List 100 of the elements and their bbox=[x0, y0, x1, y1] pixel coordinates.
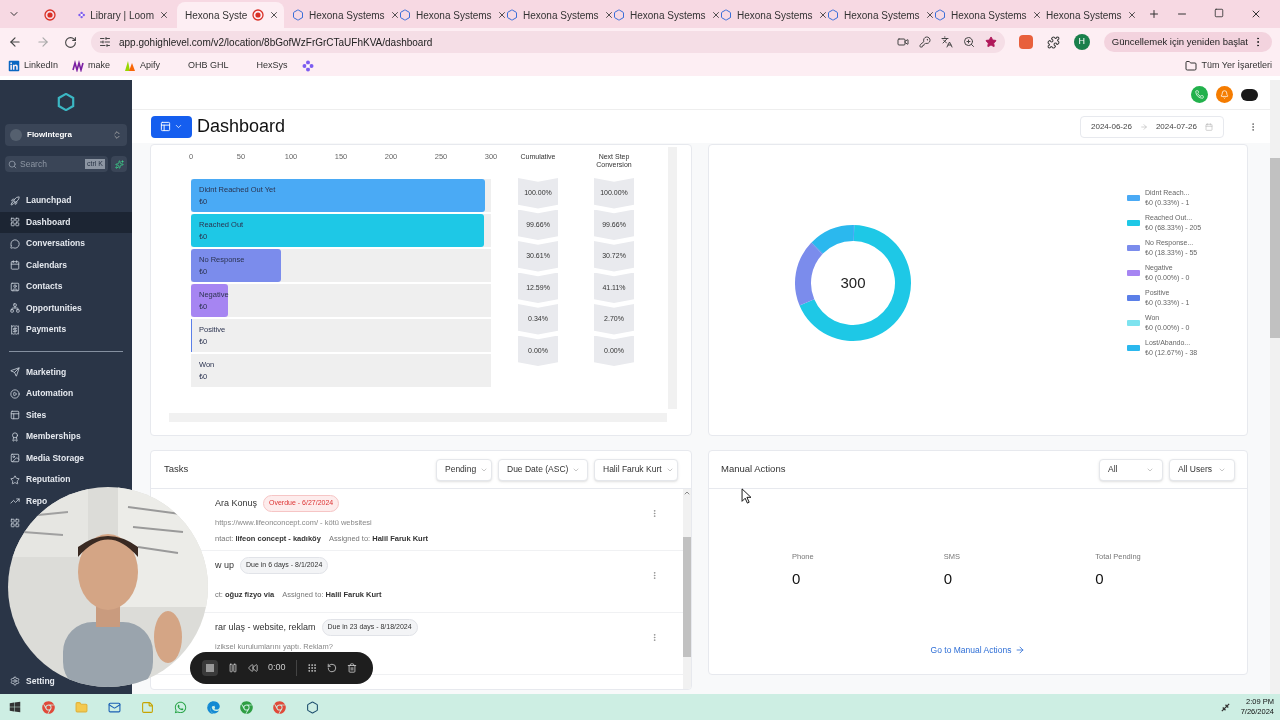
sidebar-item[interactable]: Launchpad bbox=[0, 190, 74, 212]
camera-icon[interactable] bbox=[896, 36, 909, 48]
back-icon[interactable] bbox=[8, 35, 22, 49]
taskbar-app[interactable] bbox=[240, 700, 253, 714]
whatsapp-icon bbox=[174, 700, 187, 714]
close-icon[interactable] bbox=[603, 10, 614, 20]
layout-switcher-button[interactable] bbox=[151, 115, 192, 138]
taskbar-app[interactable] bbox=[207, 700, 220, 714]
bookmark[interactable]: HexSys bbox=[242, 59, 288, 73]
ai-button[interactable] bbox=[111, 156, 127, 172]
extension-icon[interactable] bbox=[1018, 35, 1033, 49]
profile-avatar[interactable]: H bbox=[1073, 34, 1090, 50]
cursor-icon bbox=[741, 488, 752, 504]
start-icon[interactable] bbox=[9, 701, 21, 713]
new-tab-icon[interactable] bbox=[1148, 8, 1160, 20]
scroll-up-icon[interactable] bbox=[683, 489, 691, 497]
all-bookmarks[interactable]: Tüm Yer İşaretleri bbox=[1185, 59, 1272, 73]
sidebar-item[interactable]: Marketing bbox=[0, 361, 69, 383]
page-scrollbar[interactable] bbox=[1270, 80, 1280, 694]
update-button[interactable]: Güncellemek için yeniden başlat bbox=[1103, 32, 1272, 52]
sidebar-item[interactable]: Sites bbox=[0, 404, 49, 426]
pause-icon[interactable] bbox=[228, 663, 238, 673]
more-icon[interactable] bbox=[650, 633, 659, 642]
profile-button[interactable] bbox=[1241, 88, 1258, 101]
taskbar-app[interactable] bbox=[273, 700, 286, 714]
sidebar-item[interactable]: Reputation bbox=[0, 469, 73, 491]
settings-icon bbox=[10, 676, 20, 686]
bookmark-star-icon[interactable] bbox=[984, 36, 997, 48]
filter-dropdown[interactable]: All Users bbox=[1169, 458, 1235, 481]
browser-tab[interactable]: Hexona Systems bbox=[926, 2, 1033, 28]
browser-tab[interactable]: Hexona Systems bbox=[284, 2, 391, 28]
taskbar-app[interactable] bbox=[174, 700, 187, 714]
close-icon[interactable] bbox=[710, 10, 721, 20]
sidebar-item[interactable]: Memberships bbox=[0, 426, 83, 448]
filter-dropdown[interactable]: Pending bbox=[436, 458, 492, 481]
more-icon[interactable] bbox=[650, 509, 659, 518]
vertical-scrollbar[interactable] bbox=[683, 489, 691, 689]
sidebar-item[interactable]: Calendars bbox=[0, 254, 70, 276]
browser-tab[interactable]: Hexona Syste bbox=[177, 2, 284, 28]
bookmark[interactable]: LinkedIn bbox=[8, 59, 59, 73]
reload-icon[interactable] bbox=[64, 35, 77, 49]
nav-icon bbox=[10, 388, 20, 399]
sidebar-item[interactable]: Conversations bbox=[0, 233, 88, 255]
close-icon[interactable] bbox=[1126, 10, 1137, 20]
translate-icon[interactable] bbox=[940, 36, 953, 48]
filter-dropdown[interactable]: All bbox=[1099, 458, 1163, 481]
sidebar-item[interactable]: Opportunities bbox=[0, 297, 84, 319]
zoom-icon[interactable] bbox=[962, 36, 975, 48]
delete-icon[interactable] bbox=[346, 663, 357, 673]
rewind-icon[interactable] bbox=[248, 663, 258, 673]
browser-tab[interactable]: Hexona Systems bbox=[712, 2, 819, 28]
filter-dropdown[interactable]: Halil Faruk Kurt bbox=[594, 458, 678, 481]
browser-tab[interactable]: Hexona Systems bbox=[498, 2, 605, 28]
restart-icon[interactable] bbox=[326, 663, 337, 673]
extensions-icon[interactable] bbox=[1046, 35, 1060, 49]
grip-icon[interactable] bbox=[306, 663, 317, 673]
taskbar-app[interactable] bbox=[108, 700, 121, 714]
address-bar[interactable]: app.gohighlevel.com/v2/location/8bGofWzFrGrCTaUFhKVA/dashboard bbox=[91, 31, 1005, 53]
close-icon[interactable] bbox=[159, 10, 169, 20]
link-icon[interactable] bbox=[1219, 701, 1231, 713]
close-icon[interactable] bbox=[924, 10, 935, 20]
sparkle-icon bbox=[114, 159, 124, 169]
sidebar-item[interactable]: Automation bbox=[0, 383, 76, 405]
close-icon[interactable] bbox=[1031, 10, 1042, 20]
sidebar-item[interactable]: Repo bbox=[0, 490, 50, 512]
taskbar-app[interactable] bbox=[42, 700, 55, 714]
date-range-picker[interactable]: 2024-06-26 2024-07-26 bbox=[1080, 115, 1224, 138]
filter-dropdown[interactable]: Due Date (ASC) bbox=[498, 458, 588, 481]
browser-tab[interactable]: Hexona Systems bbox=[391, 2, 498, 28]
sidebar-item[interactable]: Contacts bbox=[0, 276, 65, 298]
close-icon[interactable] bbox=[817, 10, 828, 20]
manual-actions-link[interactable]: Go to Manual Actions bbox=[930, 643, 1026, 657]
browser-tab[interactable]: Hexona Systems bbox=[1033, 2, 1140, 28]
close-icon[interactable] bbox=[389, 10, 400, 20]
taskbar-app[interactable] bbox=[306, 700, 319, 714]
browser-tab[interactable]: Hexona Systems bbox=[819, 2, 926, 28]
browser-tab[interactable]: Library | Loom bbox=[70, 2, 177, 28]
maximize-icon[interactable] bbox=[1214, 8, 1224, 18]
sticky-note-icon bbox=[141, 700, 154, 714]
settings-item[interactable]: Setting bbox=[0, 674, 57, 688]
phone-button[interactable] bbox=[1191, 86, 1208, 103]
sidebar-item[interactable]: Payments bbox=[0, 319, 69, 341]
bookmark[interactable]: Apify bbox=[124, 59, 161, 73]
sidebar-item[interactable]: Dashboard bbox=[0, 211, 132, 233]
bookmark[interactable]: make bbox=[72, 59, 111, 73]
close-icon[interactable] bbox=[496, 10, 507, 20]
key-icon[interactable] bbox=[918, 36, 931, 48]
sidebar-item[interactable]: Media Storage bbox=[0, 447, 87, 469]
close-icon[interactable] bbox=[269, 10, 280, 20]
account-switcher[interactable]: FlowIntegra bbox=[5, 124, 127, 146]
nav-icon bbox=[10, 324, 20, 335]
folder-icon bbox=[75, 700, 88, 714]
browser-tab[interactable]: Hexona Systems bbox=[605, 2, 712, 28]
more-icon[interactable] bbox=[650, 571, 659, 580]
stop-button[interactable] bbox=[202, 660, 218, 676]
notifications-button[interactable] bbox=[1216, 86, 1233, 103]
bookmark[interactable]: OHB GHL bbox=[174, 59, 229, 73]
tab-title: Hexona Systems bbox=[844, 8, 920, 23]
close-icon[interactable] bbox=[1250, 8, 1262, 20]
site-settings-icon[interactable] bbox=[99, 36, 111, 48]
